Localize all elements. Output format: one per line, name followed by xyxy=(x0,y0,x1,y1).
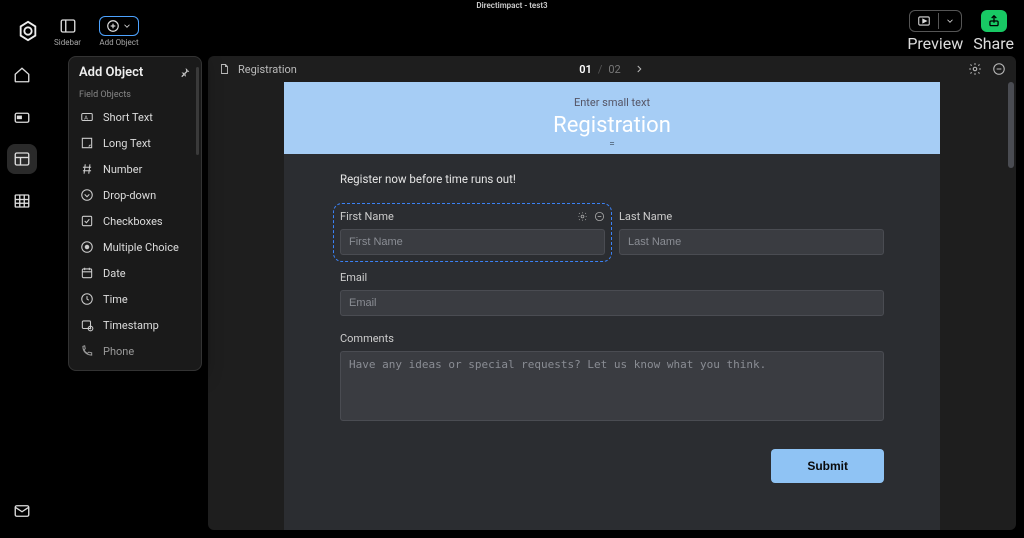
dropdown-icon xyxy=(79,187,95,203)
panel-title: Add Object xyxy=(79,65,143,80)
field-timestamp[interactable]: Timestamp xyxy=(69,312,201,338)
panel-item-label: Date xyxy=(103,267,126,280)
field-remove-icon[interactable] xyxy=(594,211,605,222)
field-multiple-choice[interactable]: Multiple Choice xyxy=(69,234,201,260)
share-icon xyxy=(987,14,1001,28)
sidebar-toggle-label: Sidebar xyxy=(54,38,81,47)
panel-item-label: Number xyxy=(103,163,142,176)
sidebar-toggle-button[interactable]: Sidebar xyxy=(50,16,85,47)
panel-item-label: Time xyxy=(103,293,128,306)
pin-icon[interactable] xyxy=(179,67,191,79)
document-name: Registration xyxy=(238,63,297,76)
clock-icon xyxy=(79,291,95,307)
panel-item-label: Checkboxes xyxy=(103,215,163,228)
settings-icon[interactable] xyxy=(968,62,982,76)
nav-rail xyxy=(0,50,44,538)
email-input[interactable] xyxy=(340,290,884,316)
pager-total: 02 xyxy=(608,63,620,76)
panel-left-icon xyxy=(59,16,77,36)
document-icon xyxy=(218,62,230,76)
first-name-input[interactable] xyxy=(340,229,605,255)
page-header[interactable]: Enter small text Registration xyxy=(284,82,940,154)
page-subtitle: Enter small text xyxy=(284,96,940,109)
radio-icon xyxy=(79,239,95,255)
last-name-label: Last Name xyxy=(619,210,672,223)
rail-table[interactable] xyxy=(7,186,37,216)
pager-separator: / xyxy=(598,63,603,76)
long-text-icon xyxy=(79,135,95,151)
resize-handle-icon[interactable] xyxy=(602,144,622,146)
field-long-text[interactable]: Long Text xyxy=(69,130,201,156)
play-icon xyxy=(910,11,938,31)
rail-mail[interactable] xyxy=(7,496,37,526)
project-title: Directimpact - test3 xyxy=(0,0,1024,12)
canvas: Registration 01 / 02 xyxy=(208,56,1016,530)
email-label: Email xyxy=(340,271,367,284)
rail-card[interactable] xyxy=(7,102,37,132)
field-number[interactable]: Number xyxy=(69,156,201,182)
panel-item-label: Timestamp xyxy=(103,319,159,332)
rail-home[interactable] xyxy=(7,60,37,90)
plus-clock-icon xyxy=(99,16,139,36)
panel-item-label: Long Text xyxy=(103,137,151,150)
add-object-button[interactable]: Add Object xyxy=(95,16,143,47)
field-short-text[interactable]: A Short Text xyxy=(69,104,201,130)
short-text-icon: A xyxy=(79,109,95,125)
share-button[interactable] xyxy=(981,10,1007,32)
canvas-scrollbar[interactable] xyxy=(1008,82,1014,530)
pager-next-icon[interactable] xyxy=(633,63,645,75)
pager: 01 / 02 xyxy=(579,63,645,76)
field-settings-icon[interactable] xyxy=(577,211,588,222)
field-email[interactable]: Email xyxy=(340,271,884,316)
timestamp-icon xyxy=(79,317,95,333)
phone-icon xyxy=(79,343,95,359)
app-logo-icon xyxy=(17,20,39,42)
last-name-input[interactable] xyxy=(619,229,884,255)
page-title: Registration xyxy=(284,113,940,138)
submit-button[interactable]: Submit xyxy=(771,449,884,483)
top-toolbar: Sidebar Add Object xyxy=(0,12,1024,50)
panel-scroll-thumb[interactable] xyxy=(196,67,199,155)
panel-item-label: Multiple Choice xyxy=(103,241,179,254)
preview-button[interactable] xyxy=(909,10,962,32)
hash-icon xyxy=(79,161,95,177)
chevron-down-icon[interactable] xyxy=(938,13,961,29)
panel-item-label: Drop-down xyxy=(103,189,156,202)
pager-current: 01 xyxy=(579,63,592,76)
field-dropdown[interactable]: Drop-down xyxy=(69,182,201,208)
field-date[interactable]: Date xyxy=(69,260,201,286)
field-time[interactable]: Time xyxy=(69,286,201,312)
rail-layout[interactable] xyxy=(7,144,37,174)
first-name-label: First Name xyxy=(340,210,394,223)
panel-item-label: Phone xyxy=(103,345,134,358)
field-first-name[interactable]: First Name xyxy=(340,210,605,255)
panel-section-label: Field Objects xyxy=(69,86,201,104)
form-intro-text[interactable]: Register now before time runs out! xyxy=(340,172,884,186)
field-phone[interactable]: Phone xyxy=(69,338,201,364)
panel-item-label: Short Text xyxy=(103,111,153,124)
remove-circle-icon[interactable] xyxy=(992,62,1006,76)
comments-label: Comments xyxy=(340,332,394,345)
comments-input[interactable] xyxy=(340,351,884,421)
field-last-name[interactable]: Last Name xyxy=(619,210,884,255)
calendar-icon xyxy=(79,265,95,281)
checkbox-icon xyxy=(79,213,95,229)
field-checkboxes[interactable]: Checkboxes xyxy=(69,208,201,234)
add-object-label: Add Object xyxy=(99,38,138,47)
add-object-panel: Add Object Field Objects A Short Text Lo… xyxy=(68,56,202,371)
field-comments[interactable]: Comments xyxy=(340,332,884,421)
svg-text:A: A xyxy=(84,115,88,121)
